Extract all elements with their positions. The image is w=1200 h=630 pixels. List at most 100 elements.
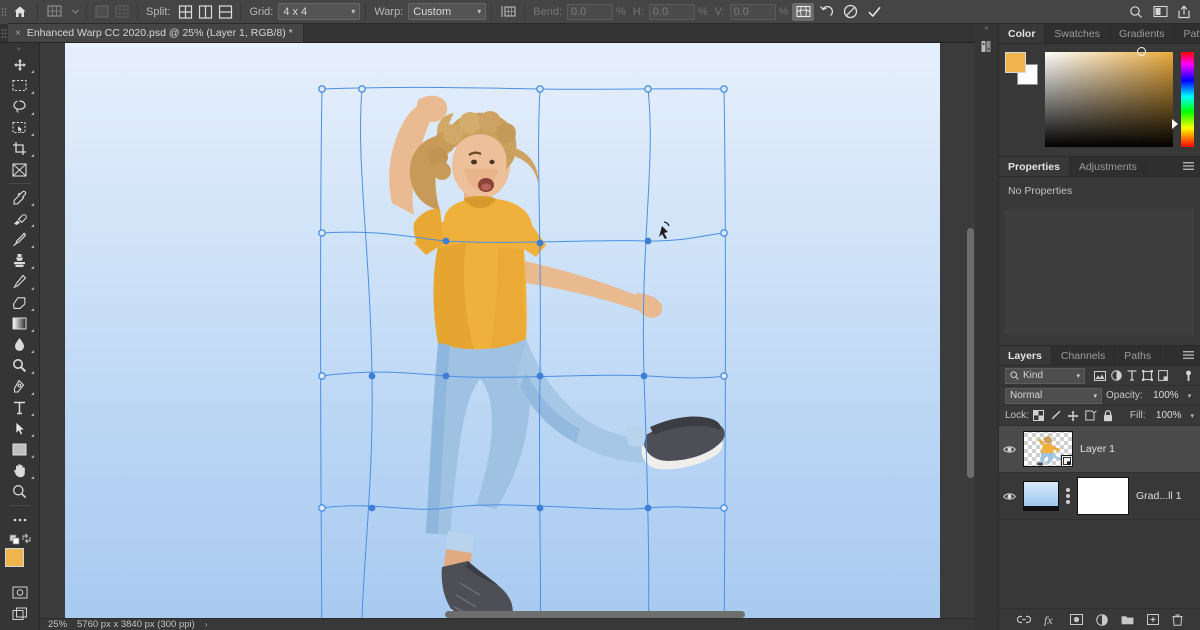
marquee-tool[interactable] [3,75,37,96]
bend-input[interactable]: 0.0 [567,3,613,20]
hand-tool[interactable] [3,460,37,481]
lock-position-icon[interactable] [1067,410,1079,422]
history-brush-tool[interactable] [3,271,37,292]
v-input[interactable]: 0.0 [729,3,776,20]
lock-artboard-nesting-icon[interactable] [1085,410,1097,421]
tab-layers[interactable]: Layers [999,346,1052,365]
eyedropper-tool[interactable] [3,187,37,208]
warp-select[interactable]: Custom ▾ [408,3,487,20]
h-input[interactable]: 0.0 [648,3,695,20]
cancel-transform-icon[interactable] [838,0,862,24]
split-vertically-icon[interactable] [195,3,215,21]
spot-healing-brush-tool[interactable] [3,208,37,229]
default-colors-icon[interactable] [3,530,37,546]
warp-mesh-icon[interactable] [497,3,519,21]
filter-toggle-icon[interactable] [1183,370,1194,382]
object-selection-tool[interactable] [3,117,37,138]
brush-tool[interactable] [3,229,37,250]
lock-transparent-pixels-icon[interactable] [1032,410,1044,421]
status-chevron-right-icon[interactable]: › [205,620,208,629]
edit-toolbar-ellipsis-icon[interactable] [3,509,37,530]
move-tool[interactable] [3,54,37,75]
layer-style-fx-icon[interactable]: fx [1044,614,1057,626]
eraser-tool[interactable] [3,292,37,313]
delete-layer-icon[interactable] [1171,614,1183,626]
opacity-input[interactable]: 100% [1147,388,1181,403]
filter-type-icon[interactable] [1127,370,1137,381]
tab-bar-grip[interactable] [0,24,8,42]
tab-adjustments[interactable]: Adjustments [1069,157,1147,176]
eye-icon[interactable] [1003,445,1016,454]
zoom-tool[interactable] [3,481,37,502]
crop-tool[interactable] [3,138,37,159]
layer-row[interactable]: Layer 1 [999,426,1200,473]
horizontal-scrollbar-thumb[interactable] [445,611,745,618]
tool-preset-chevron-down-icon[interactable] [69,3,81,21]
tab-patterns[interactable]: Patterns [1174,24,1200,43]
quick-mask-icon[interactable] [3,582,37,603]
layer-thumbnail[interactable] [1023,431,1073,467]
search-icon[interactable] [1124,0,1148,24]
link-layers-icon[interactable] [1016,615,1031,624]
document-tab[interactable]: × Enhanced Warp CC 2020.psd @ 25% (Layer… [8,24,304,42]
layer-thumbnail[interactable] [1023,481,1059,511]
color-field-marker[interactable] [1137,47,1147,56]
split-horizontally-icon[interactable] [215,3,235,21]
tools-panel-grip[interactable]: » [0,45,39,54]
screen-mode-icon[interactable] [3,603,37,624]
panel-menu-icon[interactable] [1177,157,1200,176]
path-selection-tool[interactable] [3,418,37,439]
filter-adjustment-icon[interactable] [1111,370,1122,381]
warp-tool-preset-icon[interactable] [43,3,69,21]
layer-mask-link-icon[interactable] [1066,488,1070,504]
frame-tool[interactable] [3,159,37,180]
vertical-scrollbar[interactable] [966,43,975,630]
rectangle-tool[interactable] [3,439,37,460]
pen-tool[interactable] [3,376,37,397]
grid-select[interactable]: 4 x 4 ▾ [278,3,361,20]
layer-filter-kind-select[interactable]: Kind ▾ [1005,367,1085,384]
color-swatches[interactable] [4,548,35,578]
canvas-area[interactable] [40,43,975,630]
gradient-tool[interactable] [3,313,37,334]
dodge-tool[interactable] [3,355,37,376]
layer-mask-thumbnail[interactable] [1077,477,1129,515]
vertical-scrollbar-thumb[interactable] [967,228,974,478]
type-tool[interactable] [3,397,37,418]
opacity-chevron-down-icon[interactable]: ▾ [1185,392,1192,400]
panel-strip-collapse-icon[interactable]: « [975,24,998,33]
share-icon[interactable] [1172,0,1196,24]
lasso-tool[interactable] [3,96,37,117]
workspace-switcher-icon[interactable] [1148,0,1172,24]
panel-menu-icon[interactable] [1177,346,1200,365]
filter-pixel-icon[interactable] [1094,370,1106,381]
reset-warp-icon[interactable] [814,0,838,24]
tab-gradients[interactable]: Gradients [1109,24,1175,43]
new-layer-icon[interactable] [1146,614,1159,625]
blur-tool[interactable] [3,334,37,355]
filter-shape-icon[interactable] [1142,370,1153,381]
lock-all-icon[interactable] [1103,409,1113,422]
grid-overlay-icon-2[interactable] [112,3,132,21]
color-panel-swatches[interactable] [1005,52,1038,85]
tab-channels[interactable]: Channels [1051,346,1116,365]
eye-icon[interactable] [1003,492,1016,501]
filter-smart-object-icon[interactable] [1158,370,1168,381]
close-icon[interactable]: × [15,28,21,39]
new-fill-adjustment-layer-icon[interactable] [1095,613,1108,626]
clone-stamp-tool[interactable] [3,250,37,271]
commit-transform-icon[interactable] [862,0,886,24]
color-field[interactable] [1045,47,1178,147]
home-icon[interactable] [8,0,32,24]
options-bar-grip[interactable] [0,0,8,24]
tab-swatches[interactable]: Swatches [1045,24,1110,43]
tab-paths[interactable]: Paths [1115,346,1162,365]
fill-input[interactable]: 100% [1149,408,1183,423]
grid-overlay-icon-1[interactable] [92,3,112,21]
color-panel-foreground-swatch[interactable] [1005,52,1026,73]
tab-properties[interactable]: Properties [999,157,1070,176]
artboard[interactable] [65,43,940,621]
new-group-icon[interactable] [1121,614,1134,625]
blend-mode-select[interactable]: Normal ▾ [1005,387,1102,404]
split-crosswise-icon[interactable] [175,3,195,21]
